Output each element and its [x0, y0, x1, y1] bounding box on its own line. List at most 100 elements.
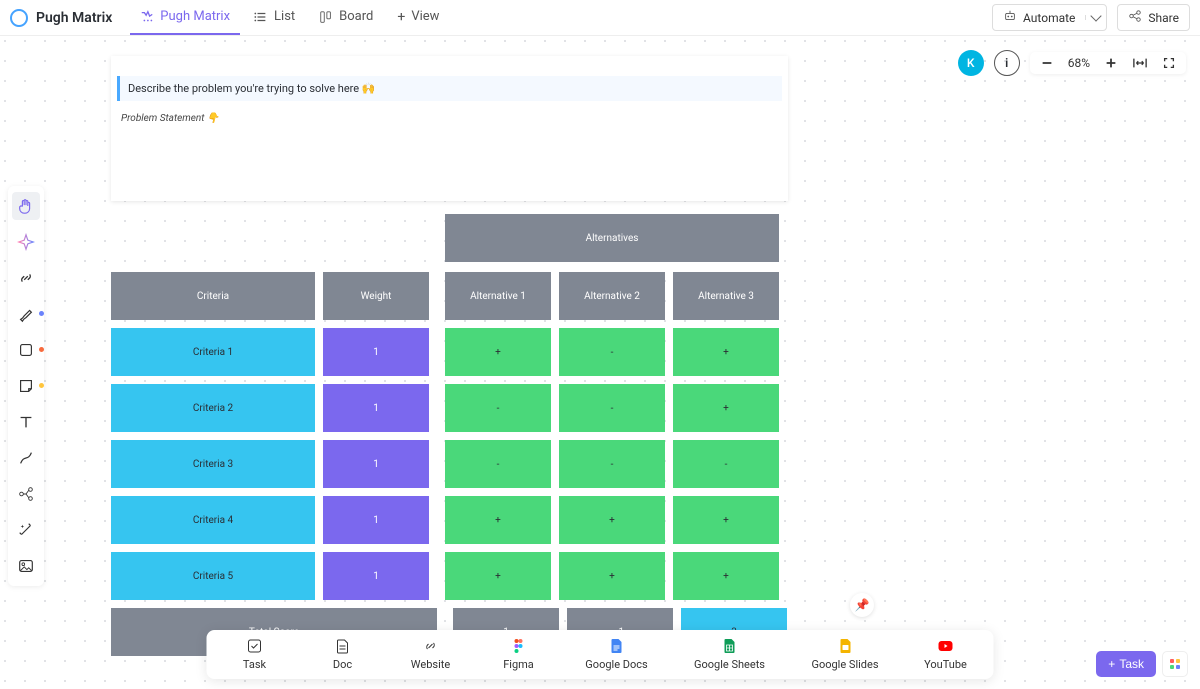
workspace-title: Pugh Matrix	[36, 10, 112, 26]
task-fab: + Task	[1096, 651, 1188, 677]
left-toolbar	[8, 186, 44, 586]
canvas-controls: K i 68%	[958, 50, 1186, 76]
cell-criteria[interactable]: Criteria 3	[111, 440, 315, 488]
tab-label: List	[274, 9, 295, 24]
problem-statement-doc[interactable]: Describe the problem you're trying to so…	[111, 56, 788, 201]
header-alt3[interactable]: Alternative 3	[673, 272, 779, 320]
cell-alt2[interactable]: -	[559, 328, 665, 376]
insert-dock: Task Doc Website Figma Google Docs Googl…	[207, 630, 994, 679]
zoom-out-button[interactable]	[1040, 56, 1054, 70]
cell-alt1[interactable]: -	[445, 440, 551, 488]
cell-weight[interactable]: 1	[323, 440, 429, 488]
cell-alt1[interactable]: +	[445, 328, 551, 376]
tab-list[interactable]: List	[244, 0, 305, 35]
new-task-button[interactable]: + Task	[1096, 651, 1156, 677]
cell-alt2[interactable]: -	[559, 384, 665, 432]
whiteboard-canvas[interactable]: K i 68% Describe the problem you're tryi…	[0, 36, 1200, 689]
cell-alt2[interactable]: -	[559, 440, 665, 488]
dock-item-figma[interactable]: Figma	[489, 638, 549, 671]
alternatives-header[interactable]: Alternatives	[445, 214, 779, 262]
automate-button[interactable]: Automate	[992, 4, 1107, 31]
tool-image[interactable]	[12, 552, 40, 580]
topbar-right: Automate Share	[992, 4, 1190, 31]
tool-magic[interactable]	[12, 516, 40, 544]
fullscreen-button[interactable]	[1162, 56, 1176, 70]
automate-label: Automate	[1023, 11, 1075, 25]
header-alt2[interactable]: Alternative 2	[559, 272, 665, 320]
dock-item-gsheets[interactable]: Google Sheets	[685, 638, 775, 671]
cell-alt3[interactable]: -	[673, 440, 779, 488]
doc-subtitle: Problem Statement 👇	[121, 113, 778, 124]
matrix-row-altheader: Alternatives	[111, 214, 787, 262]
cell-criteria[interactable]: Criteria 4	[111, 496, 315, 544]
info-button[interactable]: i	[994, 50, 1020, 76]
doc-icon	[335, 638, 351, 654]
dock-item-doc[interactable]: Doc	[313, 638, 373, 671]
cell-alt2[interactable]: +	[559, 552, 665, 600]
cell-alt1[interactable]: +	[445, 552, 551, 600]
tool-mindmap[interactable]	[12, 480, 40, 508]
color-indicator	[39, 311, 44, 316]
doc-callout[interactable]: Describe the problem you're trying to so…	[117, 76, 782, 101]
dock-item-task[interactable]: Task	[225, 638, 285, 671]
tab-whiteboard[interactable]: Pugh Matrix	[130, 0, 240, 35]
zoom-in-button[interactable]	[1104, 56, 1118, 70]
tab-board[interactable]: Board	[309, 0, 383, 35]
automate-dropdown[interactable]	[1085, 15, 1106, 20]
youtube-icon	[938, 638, 954, 654]
apps-button[interactable]	[1162, 651, 1188, 677]
avatar[interactable]: K	[958, 50, 984, 76]
header-weight[interactable]: Weight	[323, 272, 429, 320]
tool-connector[interactable]	[12, 444, 40, 472]
pin-dock-button[interactable]: 📌	[850, 593, 874, 617]
link-icon	[423, 638, 439, 654]
share-label: Share	[1148, 11, 1179, 25]
matrix-row: Criteria 4 1 + + +	[111, 496, 787, 544]
share-button[interactable]: Share	[1117, 4, 1190, 31]
cell-weight[interactable]: 1	[323, 496, 429, 544]
tab-add-view[interactable]: + View	[387, 0, 449, 35]
apps-icon	[1170, 659, 1180, 669]
tool-ai[interactable]	[12, 228, 40, 256]
matrix-row: Criteria 3 1 - - -	[111, 440, 787, 488]
board-icon	[319, 10, 333, 24]
cell-criteria[interactable]: Criteria 5	[111, 552, 315, 600]
cell-alt3[interactable]: +	[673, 496, 779, 544]
dock-item-youtube[interactable]: YouTube	[916, 638, 976, 671]
cell-weight[interactable]: 1	[323, 384, 429, 432]
header-alt1[interactable]: Alternative 1	[445, 272, 551, 320]
cell-alt1[interactable]: -	[445, 384, 551, 432]
dock-item-gslides[interactable]: Google Slides	[803, 638, 888, 671]
dock-item-website[interactable]: Website	[401, 638, 461, 671]
dock-item-gdocs[interactable]: Google Docs	[577, 638, 657, 671]
cell-alt2[interactable]: +	[559, 496, 665, 544]
whiteboard-icon	[140, 10, 154, 24]
tool-shape[interactable]	[12, 336, 40, 364]
share-icon	[1128, 9, 1142, 26]
pin-icon: 📌	[855, 598, 870, 612]
cell-weight[interactable]: 1	[323, 328, 429, 376]
fit-width-button[interactable]	[1132, 56, 1148, 70]
topbar: Pugh Matrix Pugh Matrix List Board + Vie…	[0, 0, 1200, 36]
tool-sticky[interactable]	[12, 372, 40, 400]
tool-hand[interactable]	[12, 192, 40, 220]
cell-alt1[interactable]: +	[445, 496, 551, 544]
figma-icon	[511, 638, 527, 654]
header-criteria[interactable]: Criteria	[111, 272, 315, 320]
cell-criteria[interactable]: Criteria 1	[111, 328, 315, 376]
chevron-down-icon	[1091, 10, 1102, 21]
cell-criteria[interactable]: Criteria 2	[111, 384, 315, 432]
matrix-row: Criteria 2 1 - - +	[111, 384, 787, 432]
gslides-icon	[837, 638, 853, 654]
dock-label: Google Docs	[585, 658, 647, 671]
tool-brush[interactable]	[12, 300, 40, 328]
cell-alt3[interactable]: +	[673, 384, 779, 432]
cell-alt3[interactable]: +	[673, 552, 779, 600]
dock-label: YouTube	[924, 658, 967, 671]
cell-weight[interactable]: 1	[323, 552, 429, 600]
fab-label: Task	[1119, 657, 1144, 671]
tool-text[interactable]	[12, 408, 40, 436]
tool-link[interactable]	[12, 264, 40, 292]
cell-alt3[interactable]: +	[673, 328, 779, 376]
dock-label: Doc	[333, 658, 352, 671]
